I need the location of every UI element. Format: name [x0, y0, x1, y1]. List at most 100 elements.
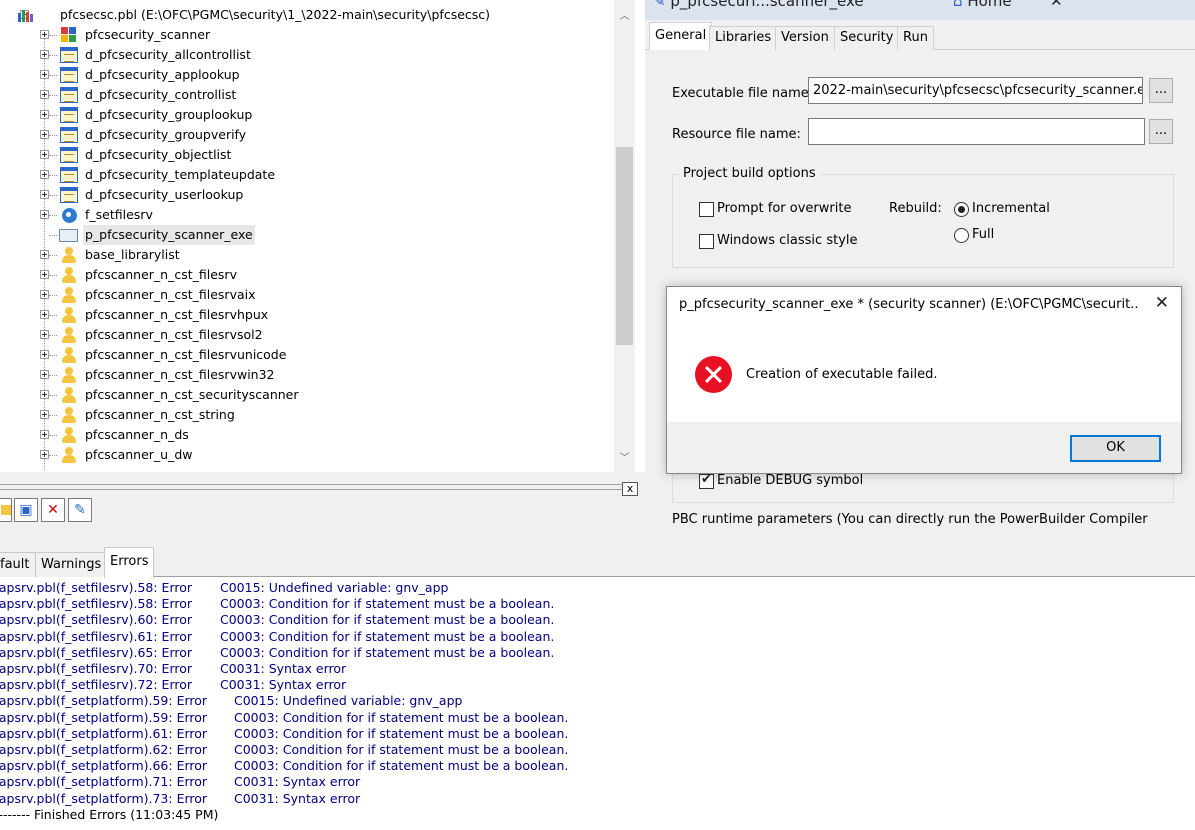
tree-item[interactable]: f_setfilesrv — [0, 205, 612, 225]
expand-icon[interactable] — [40, 390, 49, 399]
expand-icon[interactable] — [40, 30, 49, 39]
expand-icon[interactable] — [40, 110, 49, 119]
tree-item[interactable]: pfcscanner_n_cst_filesrvhpux — [0, 305, 612, 325]
error-line[interactable]: tapsrv.pbl(f_setfilesrv).58: Error C0003:… — [0, 596, 694, 612]
expand-icon[interactable] — [40, 310, 49, 319]
error-line[interactable]: tapsrv.pbl(f_setplatform).73: Error C0031… — [0, 791, 694, 807]
expand-icon[interactable] — [40, 190, 49, 199]
pbc-runtime-label: PBC runtime parameters (You can directly… — [672, 512, 1148, 527]
expand-icon[interactable] — [40, 250, 49, 259]
resource-browse-button[interactable]: ... — [1149, 119, 1173, 144]
error-message: C0015: Undefined variable: gnv_app — [220, 580, 449, 595]
scroll-down-icon[interactable]: ﹀ — [614, 450, 635, 468]
tree-item[interactable]: pfcscanner_n_ds — [0, 425, 612, 445]
tree-root[interactable]: pfcsecsc.pbl (E:\OFC\PGMC\security\1_\20… — [0, 5, 620, 25]
tree-connector — [49, 35, 57, 36]
error-line[interactable]: tapsrv.pbl(f_setplatform).71: Error C0031… — [0, 774, 694, 790]
expand-icon[interactable] — [40, 450, 49, 459]
tree-item[interactable]: pfcscanner_n_cst_filesrvaix — [0, 285, 612, 305]
tree-item[interactable]: d_pfcsecurity_templateupdate — [0, 165, 612, 185]
edit-button[interactable]: ✎ — [68, 498, 92, 522]
tab-general[interactable]: General — [649, 22, 713, 51]
expand-icon[interactable] — [40, 70, 49, 79]
tree-item[interactable]: p_pfcsecurity_scanner_exe — [0, 225, 612, 245]
tree-item[interactable]: d_pfcsecurity_grouplookup — [0, 105, 612, 125]
error-line[interactable]: tapsrv.pbl(f_setplatform).62: Error C0003… — [0, 742, 694, 758]
doc-tab-home[interactable]: ⌂ Home — [953, 0, 1012, 16]
tree-item[interactable]: pfcscanner_u_dw — [0, 445, 612, 465]
exe-file-input[interactable]: 2022-main\security\pfcsecsc\pfcsecurity_… — [808, 77, 1143, 104]
panel-splitter[interactable] — [0, 484, 622, 490]
expand-icon[interactable] — [40, 170, 49, 179]
ok-button[interactable]: OK — [1070, 435, 1161, 462]
scroll-up-icon[interactable]: ︿ — [614, 8, 635, 26]
delete-button[interactable]: ✕ — [41, 498, 65, 522]
document-tabs: ✎ p_pfcsecuri...scanner_exe ⌂ Home ✕ — [645, 0, 1195, 20]
expand-icon[interactable] — [40, 90, 49, 99]
resource-file-input[interactable] — [808, 118, 1145, 145]
expand-icon[interactable] — [40, 130, 49, 139]
error-line[interactable]: tapsrv.pbl(f_setplatform).59: Error C0015… — [0, 693, 694, 709]
exe-browse-button[interactable]: ... — [1149, 78, 1173, 103]
enable-debug-checkbox[interactable] — [699, 472, 714, 489]
paste-button[interactable]: ▣ — [14, 498, 38, 522]
tree-item[interactable]: pfcscanner_n_cst_filesrv — [0, 265, 612, 285]
tree-item[interactable]: d_pfcsecurity_groupverify — [0, 125, 612, 145]
expand-icon[interactable] — [40, 50, 49, 59]
tab-errors[interactable]: Errors — [104, 547, 155, 578]
error-dialog: p_pfcsecurity_scanner_exe * (security sc… — [666, 286, 1182, 474]
tree-item[interactable]: pfcscanner_n_cst_filesrvsol2 — [0, 325, 612, 345]
tree-item[interactable]: pfcsecurity_scanner — [0, 25, 612, 45]
tree-item[interactable]: d_pfcsecurity_applookup — [0, 65, 612, 85]
tab-version[interactable]: Version — [775, 26, 835, 50]
error-line[interactable]: tapsrv.pbl(f_setplatform).61: Error C0003… — [0, 726, 694, 742]
tab-warnings[interactable]: Warnings — [35, 552, 108, 577]
error-message: C0031: Syntax error — [220, 661, 347, 676]
expand-icon[interactable] — [40, 270, 49, 279]
windows-classic-checkbox[interactable] — [699, 234, 714, 249]
error-line[interactable]: tapsrv.pbl(f_setfilesrv).58: Error C0015:… — [0, 580, 694, 596]
tree-item[interactable]: d_pfcsecurity_userlookup — [0, 185, 612, 205]
error-line[interactable]: tapsrv.pbl(f_setfilesrv).70: Error C0031:… — [0, 661, 694, 677]
tree-item[interactable]: pfcscanner_n_cst_securityscanner — [0, 385, 612, 405]
tree-vertical-scrollbar[interactable]: ︿ ﹀ — [614, 0, 635, 472]
expand-icon[interactable] — [40, 150, 49, 159]
tree-item-label: pfcscanner_n_cst_filesrvsol2 — [85, 327, 263, 342]
doc-tab-project[interactable]: ✎ p_pfcsecuri...scanner_exe — [653, 0, 864, 16]
tree-item[interactable]: d_pfcsecurity_allcontrollist — [0, 45, 612, 65]
dialog-close-icon[interactable]: ✕ — [1155, 293, 1169, 313]
tree-item[interactable]: pfcscanner_n_cst_string — [0, 405, 612, 425]
error-source: tapsrv.pbl(f_setplatform).73: Error — [0, 790, 208, 806]
scroll-thumb[interactable] — [616, 147, 633, 345]
incremental-radio[interactable] — [954, 202, 969, 217]
tree-item-label: p_pfcsecurity_scanner_exe — [83, 225, 255, 245]
error-line[interactable]: tapsrv.pbl(f_setfilesrv).61: Error C0003:… — [0, 629, 694, 645]
expand-icon[interactable] — [40, 430, 49, 439]
tree-connector — [49, 55, 57, 56]
close-home-tab-icon[interactable]: ✕ — [1050, 0, 1063, 16]
tab-libraries[interactable]: Libraries — [709, 26, 778, 50]
prompt-overwrite-checkbox[interactable] — [699, 202, 714, 217]
tree-item[interactable]: pfcscanner_n_cst_filesrvwin32 — [0, 365, 612, 385]
close-panel-icon[interactable]: x — [622, 482, 638, 496]
tree-item[interactable]: d_pfcsecurity_controllist — [0, 85, 612, 105]
tree-item[interactable]: d_pfcsecurity_objectlist — [0, 145, 612, 165]
expand-icon[interactable] — [40, 290, 49, 299]
expand-icon[interactable] — [40, 370, 49, 379]
expand-icon[interactable] — [40, 350, 49, 359]
tree-item[interactable]: base_librarylist — [0, 245, 612, 265]
tab-security[interactable]: Security — [834, 26, 900, 50]
tab-default[interactable]: fault — [0, 552, 36, 577]
tab-run[interactable]: Run — [897, 26, 934, 50]
tree-item[interactable]: pfcscanner_n_cst_filesrvunicode — [0, 345, 612, 365]
full-radio[interactable] — [954, 228, 969, 243]
error-line[interactable]: tapsrv.pbl(f_setplatform).59: Error C0003… — [0, 710, 694, 726]
expand-icon[interactable] — [40, 330, 49, 339]
expand-icon[interactable] — [40, 410, 49, 419]
expand-icon[interactable] — [40, 210, 49, 219]
error-line[interactable]: tapsrv.pbl(f_setfilesrv).72: Error C0031:… — [0, 677, 694, 693]
error-line[interactable]: tapsrv.pbl(f_setplatform).66: Error C0003… — [0, 758, 694, 774]
open-button[interactable] — [0, 498, 12, 522]
error-line[interactable]: tapsrv.pbl(f_setfilesrv).60: Error C0003:… — [0, 612, 694, 628]
error-line[interactable]: tapsrv.pbl(f_setfilesrv).65: Error C0003:… — [0, 645, 694, 661]
